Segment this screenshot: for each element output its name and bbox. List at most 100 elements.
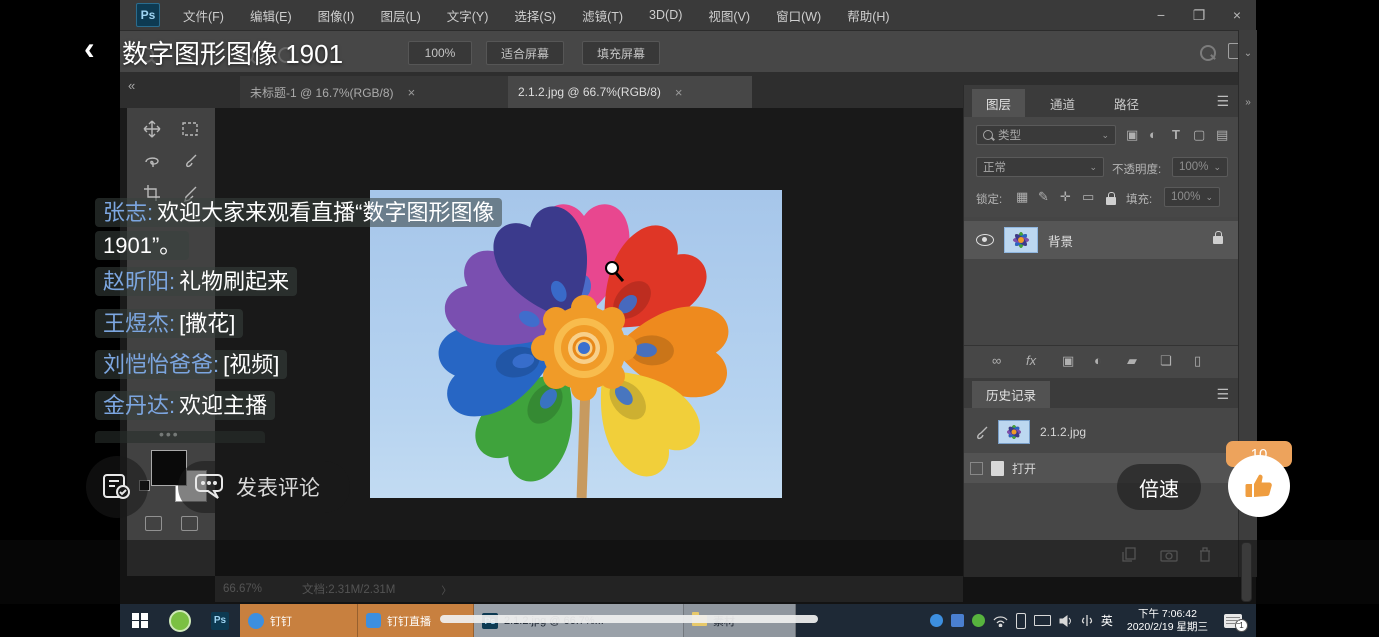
menu-select[interactable]: 选择(S) [501, 6, 569, 25]
chat-text: [视频] [223, 352, 279, 377]
link-icon[interactable] [1081, 614, 1093, 627]
phone-icon[interactable] [1016, 613, 1026, 629]
history-snapshot-row[interactable]: 2.1.2.jpg [964, 415, 1239, 449]
filter-smartobject-icon[interactable]: ▤ [1216, 127, 1228, 143]
tab-untitled-1[interactable]: 未标题-1 @ 16.7%(RGB/8) × [240, 76, 526, 108]
tab-history[interactable]: 历史记录 [972, 381, 1050, 408]
layer-filter-select[interactable]: 类型 ⌄ [976, 125, 1116, 145]
menu-help[interactable]: 帮助(H) [834, 6, 902, 25]
filter-adjustment-icon[interactable]: ◐ [1149, 127, 1157, 142]
menu-type[interactable]: 文字(Y) [434, 6, 502, 25]
history-panel-header: 历史记录 ☰ [964, 378, 1239, 408]
like-button[interactable] [1228, 455, 1290, 517]
menu-3d[interactable]: 3D(D) [636, 8, 695, 22]
snapshot-thumbnail [998, 420, 1030, 444]
menu-file[interactable]: 文件(F) [170, 6, 237, 25]
tab-close-icon[interactable]: × [408, 85, 416, 100]
fill-screen-button[interactable]: 填充屏幕 [582, 41, 660, 65]
phone-screen: Ps 文件(F) 编辑(E) 图像(I) 图层(L) 文字(Y) 选择(S) 滤… [0, 0, 1379, 637]
chat-sender: 刘恺怡爸爸: [103, 352, 219, 377]
tab-paths[interactable]: 路径 [1100, 89, 1153, 117]
layer-group-icon[interactable]: ▰ [1127, 353, 1137, 369]
browser-icon[interactable] [160, 604, 200, 637]
marquee-tool-icon[interactable] [181, 120, 199, 138]
comment-button[interactable]: 发表评论 [178, 461, 350, 513]
photoshop-taskbar-icon[interactable]: Ps [200, 604, 240, 637]
tray-app-icon[interactable] [951, 614, 964, 627]
home-indicator[interactable] [440, 615, 818, 623]
layer-row-background[interactable]: 背景 [964, 221, 1239, 259]
menu-window[interactable]: 窗口(W) [763, 6, 834, 25]
input-method-indicator[interactable]: 英 [1101, 612, 1113, 629]
filter-pixel-icon[interactable]: ▣ [1126, 127, 1138, 143]
tray-antivirus-icon[interactable] [972, 614, 985, 627]
opacity-input[interactable]: 100% ⌄ [1172, 157, 1228, 177]
search-icon[interactable] [1200, 45, 1216, 64]
tab-channels[interactable]: 通道 [1036, 89, 1089, 117]
fit-screen-button[interactable]: 适合屏幕 [486, 41, 564, 65]
expand-panels-icon[interactable]: » [1239, 97, 1257, 108]
panel-menu-icon[interactable]: ☰ [1216, 386, 1229, 403]
lock-artboard-icon[interactable]: ▭ [1082, 189, 1094, 205]
lock-position-icon[interactable]: ✛ [1060, 189, 1071, 205]
layer-lock-icon [1213, 236, 1223, 244]
lock-pixels-icon[interactable]: ✎ [1038, 189, 1049, 205]
chat-message: 王煜杰:[撒花] [95, 307, 243, 340]
filter-type-icon[interactable]: T [1172, 127, 1180, 142]
lock-all-icon[interactable] [1106, 192, 1116, 210]
back-button[interactable]: ‹ [84, 30, 95, 67]
start-button[interactable] [120, 604, 160, 637]
taskbar-clock[interactable]: 下午 7:06:42 2020/2/19 星期三 [1127, 608, 1208, 634]
zoom-100-button[interactable]: 100% [408, 41, 472, 65]
menu-image[interactable]: 图像(I) [305, 6, 368, 25]
chat-text: 礼物刷起来 [179, 269, 289, 294]
tab-close-icon[interactable]: × [675, 85, 683, 100]
collapse-panel-icon[interactable]: « [128, 78, 135, 93]
screen-mode-icon[interactable] [181, 516, 198, 531]
filter-shape-icon[interactable]: ▢ [1193, 127, 1205, 143]
panel-menu-icon[interactable]: ☰ [1216, 93, 1229, 110]
battery-icon[interactable] [1034, 615, 1051, 626]
speaker-icon[interactable] [1059, 615, 1073, 627]
wifi-icon[interactable] [993, 615, 1008, 627]
close-button[interactable]: × [1218, 0, 1256, 30]
history-source-checkbox[interactable] [970, 462, 983, 475]
menu-view[interactable]: 视图(V) [695, 6, 763, 25]
thumbs-up-icon [1244, 472, 1274, 500]
layers-panel-tabs: 图层 通道 路径 ☰ [964, 85, 1239, 117]
lasso-tool-icon[interactable] [143, 152, 161, 170]
notification-center-icon[interactable]: 1 [1224, 614, 1242, 628]
playback-speed-button[interactable]: 倍速 [1117, 464, 1201, 510]
restore-button[interactable]: ❐ [1180, 0, 1218, 30]
layer-effects-icon[interactable]: fx [1026, 353, 1036, 368]
new-layer-icon[interactable]: ❏ [1160, 353, 1172, 369]
adjustment-layer-icon[interactable]: ◐ [1094, 353, 1102, 368]
live-signin-button[interactable] [86, 456, 148, 518]
chevron-down-icon[interactable]: ⌄ [1239, 48, 1257, 59]
taskbar-dingtalk[interactable]: 钉钉 [240, 604, 358, 637]
tray-browser-icon[interactable] [930, 614, 943, 627]
layer-thumbnail[interactable] [1004, 227, 1038, 253]
comment-bubble-icon [194, 473, 226, 501]
tab-layers[interactable]: 图层 [972, 89, 1025, 117]
menu-layer[interactable]: 图层(L) [367, 6, 433, 25]
menu-filter[interactable]: 滤镜(T) [569, 6, 636, 25]
link-layers-icon[interactable]: ∞ [992, 353, 1001, 368]
right-panel-group: 图层 通道 路径 ☰ 类型 ⌄ ▣ ◐ T ▢ ▤ 正常 ⌄ 不透明度: [963, 85, 1239, 577]
chevron-down-icon: ⌄ [1205, 192, 1213, 203]
move-tool-icon[interactable] [143, 120, 161, 138]
menu-edit[interactable]: 编辑(E) [237, 6, 305, 25]
tab-212jpg[interactable]: 2.1.2.jpg @ 66.7%(RGB/8) × [508, 76, 752, 108]
blend-mode-select[interactable]: 正常 ⌄ [976, 157, 1104, 177]
fill-input[interactable]: 100% ⌄ [1164, 187, 1220, 207]
minimize-button[interactable]: − [1142, 0, 1180, 30]
lock-transparency-icon[interactable]: ▦ [1016, 189, 1028, 205]
brush-tool-icon[interactable] [181, 152, 199, 170]
layer-mask-icon[interactable]: ▣ [1062, 353, 1074, 369]
delete-layer-icon[interactable]: ▯ [1194, 353, 1201, 369]
layer-visibility-icon[interactable] [976, 234, 994, 246]
opacity-label: 不透明度: [1112, 161, 1161, 177]
task-check-icon [102, 473, 132, 501]
photoshop-menubar: Ps 文件(F) 编辑(E) 图像(I) 图层(L) 文字(Y) 选择(S) 滤… [120, 0, 1256, 30]
quick-mask-icon[interactable] [145, 516, 162, 531]
